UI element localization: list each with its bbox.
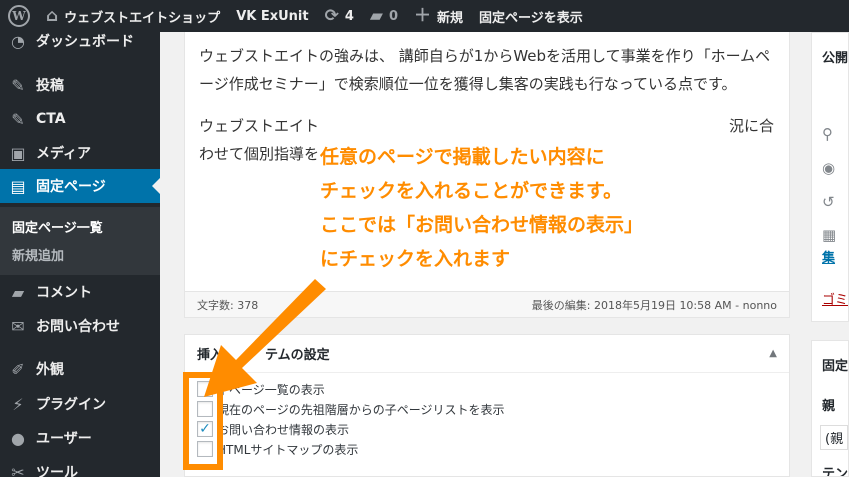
menu-pages[interactable]: ▤ 固定ページ: [0, 169, 160, 203]
menu-label: 固定ページ: [36, 179, 106, 195]
menu-label: ツール: [36, 465, 78, 477]
collapse-triangle-icon[interactable]: ▲: [769, 348, 777, 359]
updates-link[interactable]: ⟳ 4: [317, 0, 362, 32]
check-row-ancestor-list[interactable]: 現在のページの先祖階層からの子ページリストを表示: [197, 399, 505, 419]
checkbox-highlight-frame: [183, 372, 223, 470]
view-page-label: 固定ページを表示: [479, 10, 583, 26]
tool-icon: ✂: [11, 462, 25, 477]
plus-icon: ＋: [414, 5, 432, 26]
menu-label: ダッシュボード: [36, 34, 134, 50]
menu-users[interactable]: ● ユーザー: [0, 421, 160, 455]
last-edit: 最後の編集: 2018年5月19日 10:58 AM - nonno: [531, 298, 777, 312]
annotation-line: チェックを入れることができます。: [320, 180, 623, 202]
updates-count: 4: [344, 8, 354, 24]
submenu-all-pages[interactable]: 固定ページ一覧: [12, 217, 103, 236]
menu-label: コメント: [36, 285, 92, 301]
title-part-left: 挿入: [197, 348, 224, 363]
comments-count: 0: [388, 8, 399, 24]
comment-icon: ▰: [11, 282, 25, 302]
edit-date-link[interactable]: 集: [822, 247, 835, 266]
parent-label: 親: [822, 399, 836, 414]
publish-box: 公開 ⚲ ◉ ↺ ▦ 集 ゴミ: [811, 32, 849, 322]
publish-title: 公開: [822, 51, 849, 66]
vk-exunit-label: VK ExUnit: [236, 8, 309, 24]
refresh-icon: ⟳: [324, 5, 339, 26]
trash-link[interactable]: ゴミ: [822, 289, 848, 308]
new-label: 新規: [437, 10, 464, 26]
menu-plugins[interactable]: ⚡ プラグイン: [0, 387, 160, 421]
page-icon: ▤: [10, 176, 26, 196]
menu-appearance[interactable]: ✐ 外観: [0, 352, 160, 386]
eye-icon: ◉: [822, 159, 836, 177]
mail-icon: ✉: [11, 316, 25, 336]
editor-status-bar: 文字数: 378 最後の編集: 2018年5月19日 10:58 AM - no…: [185, 291, 789, 317]
menu-posts[interactable]: ✎ 投稿: [0, 68, 160, 102]
insert-items-header[interactable]: 挿入 テムの設定 ▲: [185, 335, 789, 373]
comments-link[interactable]: ▰ 0: [362, 0, 406, 32]
annotation-line: 任意のページで掲載したい内容に: [320, 146, 605, 168]
history-icon: ↺: [822, 193, 835, 211]
menu-label: プラグイン: [36, 397, 106, 413]
new-content-link[interactable]: ＋ 新規: [406, 0, 471, 32]
user-icon: ●: [11, 428, 25, 448]
menu-media[interactable]: ▣ メディア: [0, 136, 160, 170]
attributes-title: 固定: [822, 359, 849, 374]
comment-bubble-icon: ▰: [369, 5, 383, 26]
menu-label: お問い合わせ: [36, 319, 120, 335]
insert-items-title: 挿入 テムの設定: [197, 344, 330, 363]
annotation-line: にチェックを入れます: [320, 248, 511, 270]
menu-tools[interactable]: ✂ ツール: [0, 455, 160, 477]
paragraph-visible-line2: わせて個別指導を: [199, 145, 320, 163]
annotation-line: ここでは「お問い合わせ情報の表示」: [320, 214, 644, 236]
template-label: テン: [822, 467, 849, 477]
brush-icon: ✐: [11, 359, 25, 379]
paragraph-visible-end: 況に合: [728, 117, 774, 135]
menu-comments[interactable]: ▰ コメント: [0, 275, 160, 309]
parent-select[interactable]: (親: [820, 425, 848, 450]
menu-label: CTA: [36, 111, 66, 127]
menu-label: 外観: [36, 362, 64, 378]
check-label: 子ページ一覧の表示: [217, 382, 325, 397]
title-part-right: テムの設定: [265, 348, 330, 363]
dashboard-icon: ◔: [11, 31, 25, 51]
insert-items-settings-box: 挿入 テムの設定 ▲ 子ページ一覧の表示 現在のページの先祖階層からの子ページリス…: [184, 334, 790, 477]
pin-icon: ✎: [11, 75, 25, 95]
check-label: お問い合わせ情報の表示: [217, 422, 350, 437]
menu-label: 投稿: [36, 78, 64, 94]
home-icon: ⌂: [46, 5, 59, 26]
site-name: ウェブストエイトショップ: [64, 10, 221, 26]
menu-label: メディア: [36, 146, 92, 162]
menu-contact[interactable]: ✉ お問い合わせ: [0, 309, 160, 343]
admin-sidebar: ◔ ダッシュボード ✎ 投稿 ✎ CTA ▣ メディア ▤ 固定ページ 固定ペー…: [0, 32, 160, 477]
check-label: HTMLサイトマップの表示: [217, 442, 359, 457]
calendar-icon: ▦: [822, 226, 837, 244]
view-page-link[interactable]: 固定ページを表示: [471, 0, 591, 32]
page-attributes-box: 固定 親 (親 テン: [811, 340, 849, 477]
location-pin-icon: ⚲: [822, 125, 833, 143]
editor-paragraph: ウェブストエイトの強みは、 講師自らが1からWebを活用して事業を作り「ホームペ…: [199, 47, 771, 93]
menu-dashboard[interactable]: ◔ ダッシュボード: [0, 24, 160, 58]
pages-submenu: 固定ページ一覧 新規追加: [0, 207, 160, 275]
word-count: 文字数: 378: [197, 298, 259, 312]
paragraph-visible-start: ウェブストエイト: [199, 117, 320, 135]
check-label: 現在のページの先祖階層からの子ページリストを表示: [217, 402, 505, 417]
menu-label: ユーザー: [36, 431, 92, 447]
media-icon: ▣: [10, 143, 26, 163]
annotation-callout: 任意のページで掲載したい内容に チェックを入れることができます。 ここでは「お問…: [320, 140, 750, 276]
pin-icon: ✎: [11, 109, 25, 129]
submenu-add-new[interactable]: 新規追加: [12, 245, 64, 264]
plugin-icon: ⚡: [12, 394, 24, 414]
menu-cta[interactable]: ✎ CTA: [0, 102, 160, 136]
vk-exunit-link[interactable]: VK ExUnit: [228, 0, 316, 32]
